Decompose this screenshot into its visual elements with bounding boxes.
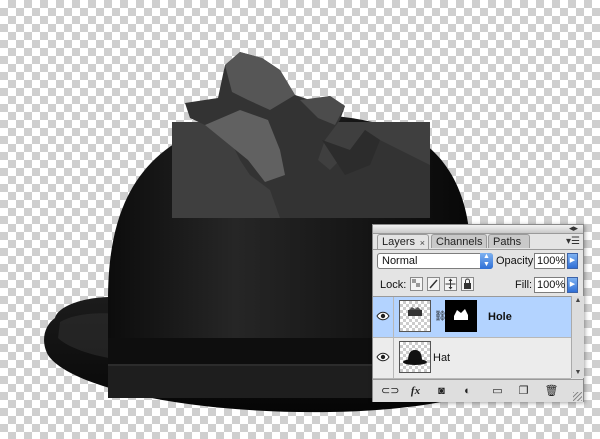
eye-icon[interactable] — [376, 309, 390, 323]
layer-thumbnail[interactable] — [399, 300, 431, 332]
lock-all-icon[interactable] — [461, 277, 474, 291]
blend-mode-select[interactable]: Normal ▲ ▼ — [377, 253, 493, 269]
layer-name[interactable]: Hole — [488, 311, 512, 323]
adjustment-layer-icon[interactable]: ◐ — [459, 384, 476, 398]
opacity-input[interactable]: 100% — [534, 253, 565, 269]
layer-mask-thumbnail[interactable] — [445, 300, 477, 332]
resize-grip[interactable] — [573, 392, 582, 401]
panel-tabs: Layers × Channels Paths — [375, 234, 581, 249]
add-mask-icon[interactable]: ◙ — [433, 384, 450, 398]
layer-name[interactable]: Hat — [433, 352, 450, 364]
panel-menu-icon[interactable]: ▾☰ — [566, 236, 580, 247]
scroll-up-icon[interactable]: ▲ — [572, 296, 584, 306]
trash-icon[interactable]: 🗑 — [543, 384, 560, 398]
fill-input[interactable]: 100% — [534, 277, 565, 293]
tab-paths-label: Paths — [493, 236, 522, 248]
lock-pixels-brush-icon[interactable] — [427, 277, 440, 291]
lock-label: Lock: — [380, 279, 407, 291]
layers-panel: ◂▸ Layers × Channels Paths ▾☰ Normal ▲ ▼ … — [372, 223, 584, 402]
layers-scrollbar[interactable]: ▲ ▼ — [571, 296, 584, 378]
layer-row-hat[interactable]: Hat — [373, 338, 571, 379]
layer-thumbnail[interactable] — [399, 341, 431, 373]
tab-layers[interactable]: Layers × — [377, 234, 429, 249]
lock-transparency-icon[interactable] — [410, 277, 423, 291]
panel-collapse-icon[interactable]: ◂▸ — [569, 223, 578, 233]
tab-layers-label: Layers — [382, 236, 416, 248]
fill-label: Fill: — [515, 279, 533, 291]
new-group-folder-icon[interactable]: ▭ — [489, 384, 506, 398]
opacity-label: Opacity: — [496, 255, 537, 267]
panel-titlebar[interactable]: ◂▸ — [373, 223, 583, 234]
tab-channels-label: Channels — [436, 236, 483, 248]
tab-channels[interactable]: Channels — [431, 234, 487, 248]
lock-position-move-icon[interactable] — [444, 277, 457, 291]
fill-slider-arrow-icon[interactable]: ▶ — [567, 277, 578, 293]
updown-arrow-icon: ▲ ▼ — [480, 253, 493, 269]
layer-row-hole[interactable]: ⛓ Hole — [373, 297, 571, 338]
link-layers-icon[interactable]: ⊂⊃ — [381, 384, 399, 398]
layers-list: ⛓ Hole Hat — [373, 296, 571, 379]
panel-bottom-bar: ⊂⊃ fx ◙ ◐ ▭ ❐ 🗑 — [373, 379, 583, 402]
scroll-down-icon[interactable]: ▼ — [572, 368, 584, 378]
eye-icon[interactable] — [376, 350, 390, 364]
opacity-slider-arrow-icon[interactable]: ▶ — [567, 253, 578, 269]
tab-paths[interactable]: Paths — [488, 234, 530, 248]
fx-button[interactable]: fx — [407, 384, 424, 398]
new-layer-icon[interactable]: ❐ — [515, 384, 532, 398]
close-icon[interactable]: × — [420, 236, 425, 250]
blend-mode-value: Normal — [382, 255, 418, 267]
